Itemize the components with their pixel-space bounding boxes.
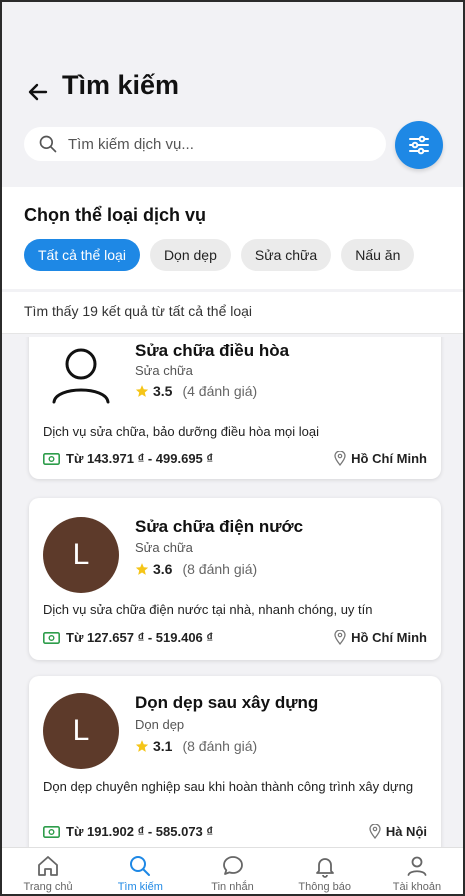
sliders-icon [409, 135, 429, 155]
avatar: L [43, 517, 119, 593]
service-price: Từ 127.657 ₫ - 519.406 ₫ [43, 630, 213, 645]
category-title: Chọn thể loại dịch vụ [24, 205, 207, 225]
service-card[interactable]: L Dọn dẹp sau xây dựng Dọn dẹp 3.1 (8 đá… [29, 676, 441, 847]
chip-all[interactable]: Tất cả thể loại [24, 239, 140, 271]
nav-label: Tin nhắn [211, 881, 254, 893]
star-icon [135, 563, 149, 575]
nav-notifications[interactable]: Thông báo [279, 848, 371, 894]
price-range: Từ 191.902 ₫ - 585.073 ₫ [66, 824, 214, 839]
nav-label: Thông báo [298, 881, 352, 893]
nav-account[interactable]: Tài khoản [371, 848, 463, 894]
header: Tìm kiếm [2, 2, 463, 187]
service-location: Hồ Chí Minh [334, 451, 427, 466]
chip-repair[interactable]: Sửa chữa [240, 239, 332, 271]
bell-icon [315, 858, 334, 878]
location-text: Hồ Chí Minh [351, 451, 427, 466]
service-rating: 3.6 (8 đánh giá) [135, 561, 257, 577]
result-summary-bar: Tìm thấy 19 kết quả từ tất cả thể loại [2, 292, 463, 334]
chat-icon [222, 856, 243, 875]
search-icon [39, 135, 57, 153]
chip-cooking[interactable]: Nấu ăn [341, 239, 415, 271]
result-summary: Tìm thấy 19 kết quả từ tất cả thể loại [24, 303, 253, 319]
location-text: Hồ Chí Minh [351, 630, 427, 645]
home-icon [38, 856, 58, 876]
location-pin-icon [334, 630, 346, 645]
search-input[interactable] [68, 135, 358, 153]
chip-cleaning[interactable]: Dọn dẹp [149, 239, 231, 271]
location-pin-icon [369, 824, 381, 839]
star-icon [135, 740, 149, 752]
location-pin-icon [334, 451, 346, 466]
service-location: Hà Nội [369, 824, 427, 839]
service-description: Dọn dẹp chuyên nghiệp sau khi hoàn thành… [43, 779, 414, 794]
money-icon [43, 631, 60, 644]
money-icon [43, 825, 60, 838]
arrow-left-icon [28, 83, 48, 101]
nav-messages[interactable]: Tin nhắn [186, 848, 278, 894]
back-button[interactable] [24, 78, 52, 106]
user-icon [407, 856, 427, 876]
service-description: Dịch vụ sửa chữa, bảo dưỡng điều hòa mọi… [43, 424, 320, 439]
service-list[interactable]: Sửa chữa điều hòa Sửa chữa 3.5 (4 đánh g… [2, 337, 463, 847]
category-chips: Tất cả thể loại Dọn dẹp Sửa chữa Nấu ăn [24, 239, 415, 271]
service-name: Sửa chữa điều hòa [135, 341, 290, 360]
star-icon [135, 385, 149, 397]
service-card[interactable]: Sửa chữa điều hòa Sửa chữa 3.5 (4 đánh g… [29, 337, 441, 479]
service-card[interactable]: L Sửa chữa điện nước Sửa chữa 3.6 (8 đán… [29, 498, 441, 660]
nav-search[interactable]: Tìm kiếm [94, 848, 186, 894]
search-box[interactable] [24, 127, 386, 161]
page-title: Tìm kiếm [62, 70, 180, 100]
review-count: (4 đánh giá) [182, 383, 258, 399]
category-section: Chọn thể loại dịch vụ Tất cả thể loại Dọ… [2, 187, 463, 289]
filter-button[interactable] [395, 121, 443, 169]
search-icon [130, 856, 151, 876]
nav-label: Tài khoản [392, 881, 442, 893]
nav-home[interactable]: Trang chủ [2, 848, 94, 894]
rating-value: 3.5 [153, 383, 173, 399]
review-count: (8 đánh giá) [182, 738, 258, 754]
avatar: L [43, 693, 119, 769]
location-text: Hà Nội [385, 824, 427, 839]
person-icon [52, 348, 110, 404]
avatar [43, 337, 119, 413]
review-count: (8 đánh giá) [182, 561, 258, 577]
rating-value: 3.1 [153, 738, 173, 754]
app-screen: Tìm kiếm Chọn thể loại dịch vụ Tất cả th… [0, 0, 465, 896]
service-name: Sửa chữa điện nước [135, 517, 304, 536]
price-range: Từ 143.971 ₫ - 499.695 ₫ [66, 451, 214, 466]
service-rating: 3.5 (4 đánh giá) [135, 383, 257, 399]
rating-value: 3.6 [153, 561, 173, 577]
money-icon [43, 452, 60, 465]
service-category: Dọn dẹp [135, 717, 185, 732]
service-category: Sửa chữa [135, 363, 193, 378]
service-category: Sửa chữa [135, 540, 193, 555]
service-location: Hồ Chí Minh [334, 630, 427, 645]
service-price: Từ 143.971 ₫ - 499.695 ₫ [43, 451, 213, 466]
nav-label: Tìm kiếm [117, 881, 163, 893]
service-description: Dịch vụ sửa chữa điện nước tại nhà, nhan… [43, 602, 373, 617]
service-rating: 3.1 (8 đánh giá) [135, 738, 257, 754]
service-price: Từ 191.902 ₫ - 585.073 ₫ [43, 824, 213, 839]
service-name: Dọn dẹp sau xây dựng [135, 693, 319, 712]
price-range: Từ 127.657 ₫ - 519.406 ₫ [66, 630, 214, 645]
nav-label: Trang chủ [23, 881, 73, 893]
bottom-nav: Trang chủ Tìm kiếm Tin nhắn Thông báo Tà… [2, 847, 463, 894]
